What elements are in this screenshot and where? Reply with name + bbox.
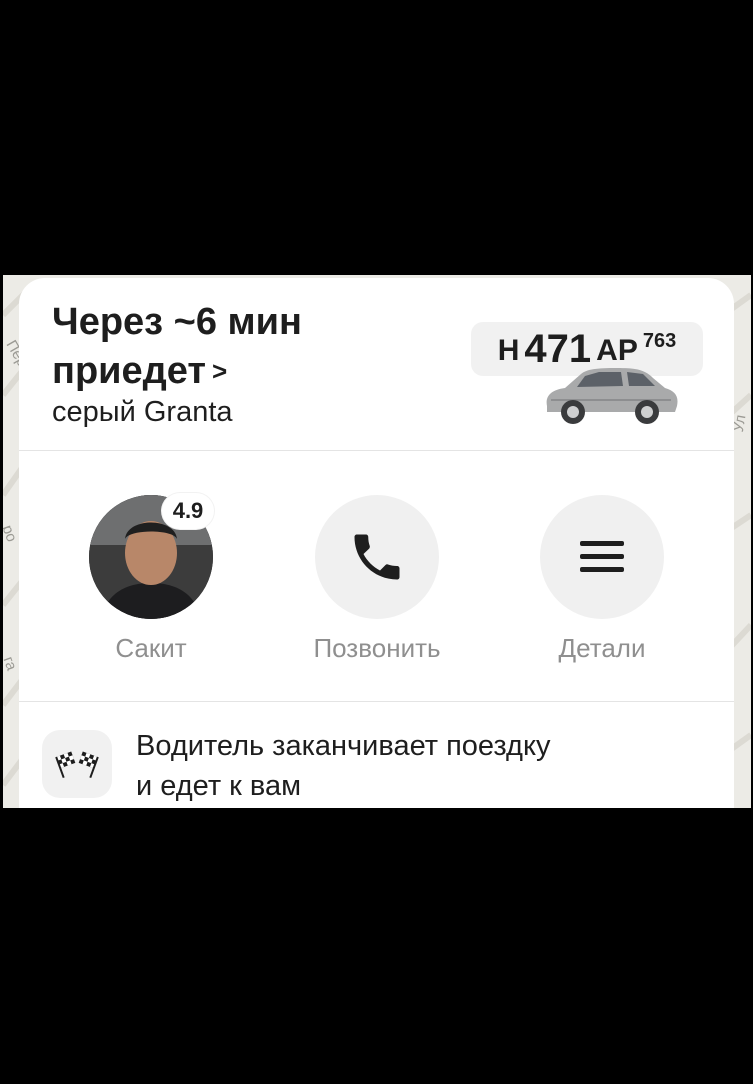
status-icon-box [42, 730, 112, 798]
eta-header[interactable]: Через ~6 мин приедет > [52, 298, 382, 396]
call-button[interactable]: Позвонить [297, 495, 457, 664]
driver-rating-badge: 4.9 [162, 493, 214, 529]
details-button[interactable]: Детали [522, 495, 682, 664]
car-icon [546, 368, 678, 424]
chevron-right-icon: > [212, 356, 228, 386]
plate-digits: 471 [524, 326, 592, 371]
status-message: Водитель заканчивает поездку и едет к ва… [136, 726, 696, 806]
details-circle [540, 495, 664, 619]
flags-icon [55, 751, 99, 779]
plate-letter: Н [497, 334, 520, 367]
divider [19, 450, 734, 451]
car-description: серый Granta [52, 396, 233, 428]
divider [19, 701, 734, 702]
plate-letters: АР [596, 334, 638, 367]
app-screen: Пер Ул ро га Через ~6 мин приедет > серы… [3, 275, 751, 808]
eta-time: Через ~6 мин [52, 301, 302, 343]
eta-arrives: приедет [52, 350, 207, 392]
plate-region: 763 [642, 330, 677, 352]
menu-icon [580, 541, 624, 572]
call-label: Позвонить [313, 633, 441, 663]
call-circle [315, 495, 439, 619]
status-line: и едет к вам [136, 770, 302, 802]
driver-name: Сакит [115, 633, 187, 663]
details-label: Детали [558, 633, 646, 663]
status-line: Водитель заканчивает поездку [136, 730, 551, 762]
ride-card: Через ~6 мин приедет > серый Granta Н 47… [19, 278, 734, 808]
phone-icon [354, 534, 400, 580]
